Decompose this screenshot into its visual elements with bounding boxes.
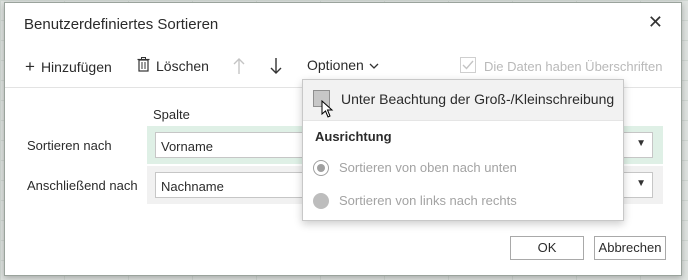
mouse-pointer-icon	[321, 99, 335, 118]
delete-button[interactable]: Löschen	[137, 57, 209, 75]
options-label: Optionen	[307, 57, 364, 73]
ok-button[interactable]: OK	[510, 236, 584, 260]
options-button[interactable]: Optionen	[307, 57, 379, 73]
plus-icon: +	[25, 57, 35, 76]
custom-sort-dialog: Benutzerdefiniertes Sortieren ✕ + Hinzuf…	[4, 2, 682, 276]
radio-top-to-bottom[interactable]	[313, 160, 329, 176]
column-header: Spalte	[153, 107, 190, 122]
dropdown-caret-icon: ▼	[636, 138, 646, 149]
orientation-heading: Ausrichtung	[315, 129, 392, 144]
headers-label: Die Daten haben Überschriften	[484, 59, 663, 74]
dialog-title: Benutzerdefiniertes Sortieren	[24, 16, 219, 33]
toolbar: + Hinzufügen Löschen Optionen Die Daten …	[5, 51, 681, 81]
sort-row-label: Sortieren nach	[27, 138, 112, 153]
radio-left-to-right-label: Sortieren von links nach rechts	[339, 193, 517, 208]
move-up-icon[interactable]	[233, 57, 245, 75]
radio-left-to-right[interactable]	[313, 193, 329, 209]
options-menu: Unter Beachtung der Groß-/Kleinschreibun…	[302, 79, 624, 221]
checkbox-checked-icon	[460, 57, 476, 76]
sort-row-label: Anschließend nach	[27, 178, 138, 193]
chevron-down-icon	[369, 57, 379, 73]
case-sensitive-option[interactable]: Unter Beachtung der Groß-/Kleinschreibun…	[303, 80, 623, 120]
close-icon[interactable]: ✕	[648, 13, 663, 31]
add-label: Hinzufügen	[40, 59, 112, 75]
move-down-icon[interactable]	[270, 57, 282, 75]
add-button[interactable]: + Hinzufügen	[25, 57, 112, 77]
cancel-button[interactable]: Abbrechen	[594, 236, 666, 260]
sort-column-value: Vorname	[161, 139, 214, 154]
sort-column-value: Nachname	[161, 179, 224, 194]
headers-checkbox[interactable]: Die Daten haben Überschriften	[460, 57, 663, 76]
radio-top-to-bottom-label: Sortieren von oben nach unten	[339, 160, 517, 175]
trash-icon	[137, 57, 150, 75]
menu-divider	[303, 120, 623, 121]
delete-label: Löschen	[156, 58, 209, 74]
dropdown-caret-icon: ▼	[636, 178, 646, 189]
case-sensitive-label: Unter Beachtung der Groß-/Kleinschreibun…	[341, 91, 615, 107]
